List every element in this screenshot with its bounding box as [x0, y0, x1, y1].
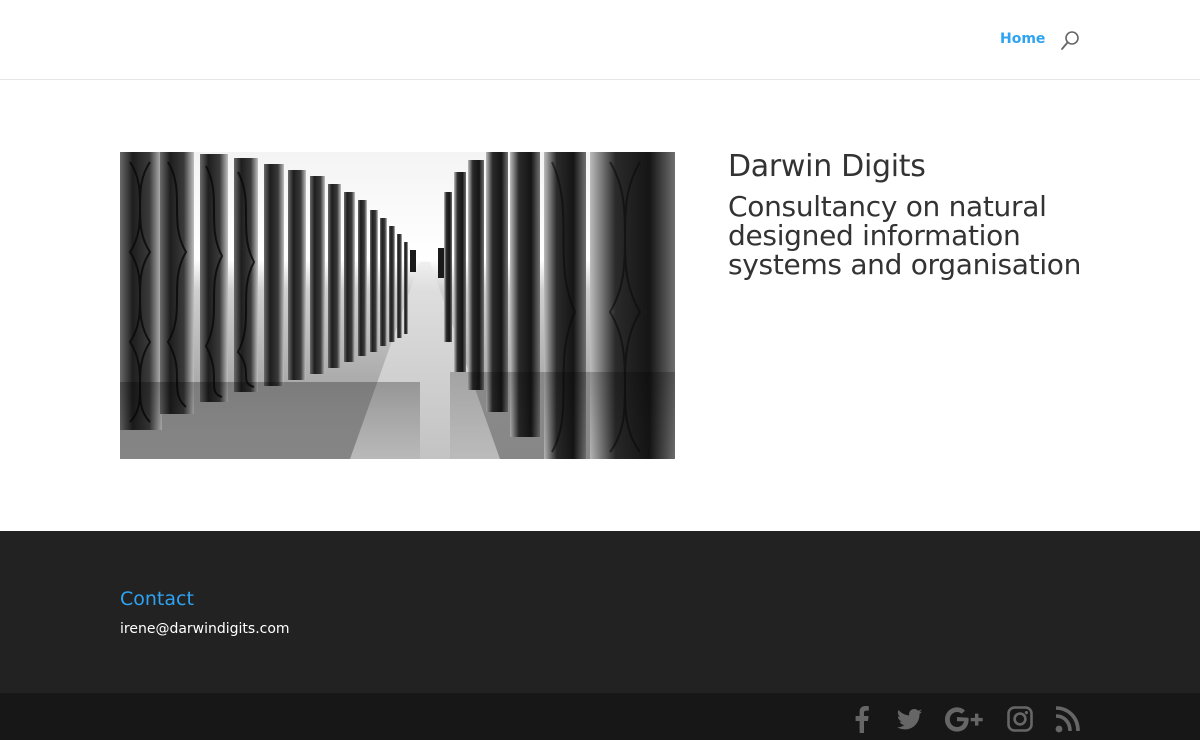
site-footer: Contact irene@darwindigits.com	[0, 531, 1200, 693]
hero-image	[120, 152, 675, 459]
facebook-icon	[855, 706, 869, 733]
twitter-icon	[897, 709, 922, 730]
search-button[interactable]	[1060, 30, 1082, 52]
twitter-link[interactable]	[897, 705, 923, 733]
nav-home-link[interactable]: Home	[1000, 31, 1045, 47]
google-plus-icon	[945, 707, 983, 732]
contact-heading: Contact	[120, 588, 194, 610]
hero-text-block: Darwin Digits Consultancy on natural des…	[728, 149, 1088, 281]
site-tagline: Consultancy on natural designed informat…	[728, 190, 1082, 281]
site-title: Darwin Digits	[728, 149, 926, 184]
search-icon	[1061, 31, 1079, 50]
rss-icon	[1055, 706, 1080, 733]
instagram-link[interactable]	[1007, 705, 1033, 733]
rss-link[interactable]	[1055, 705, 1081, 733]
contact-email: irene@darwindigits.com	[120, 621, 290, 637]
google-plus-link[interactable]	[945, 705, 987, 733]
footer-bottom-bar	[0, 693, 1200, 740]
site-header: Home	[0, 0, 1200, 80]
facebook-link[interactable]	[853, 705, 871, 733]
dna-tubes-image	[120, 152, 675, 459]
instagram-icon	[1007, 706, 1033, 732]
